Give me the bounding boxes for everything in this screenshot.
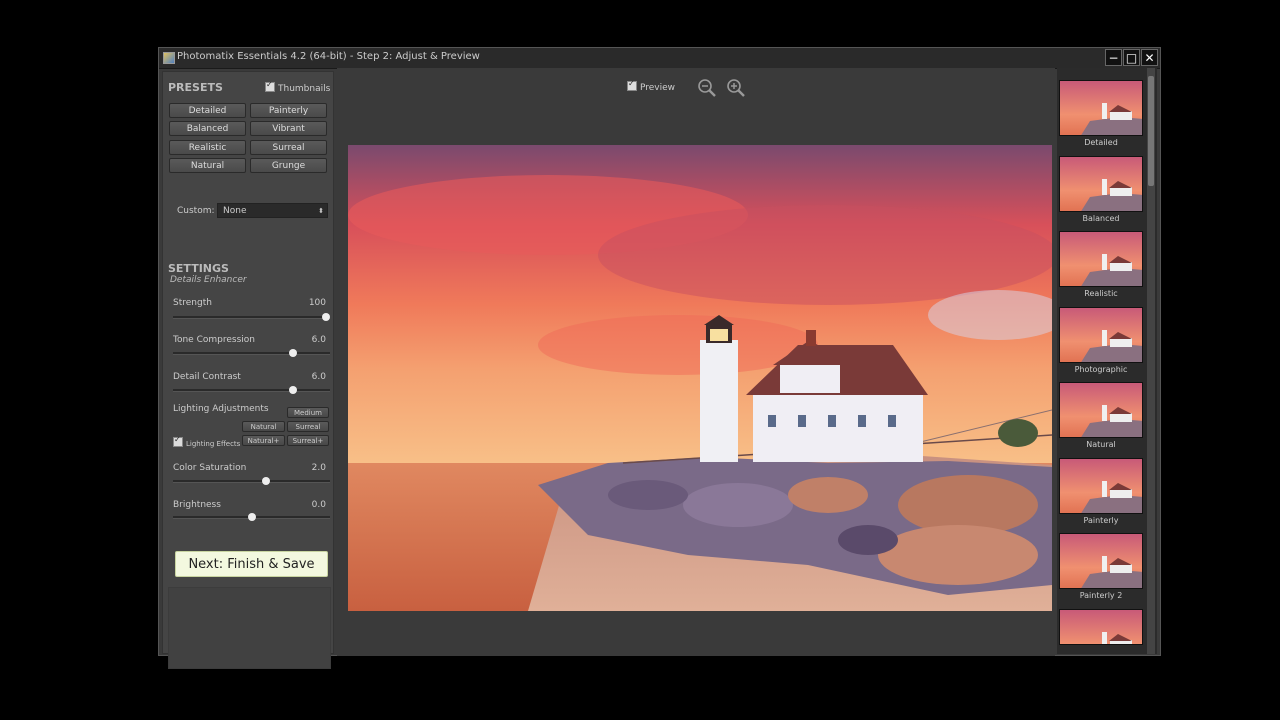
thumbnail-natural[interactable] <box>1059 382 1143 438</box>
thumbnail-label: Realistic <box>1084 289 1118 298</box>
updown-arrow-icon: ⬍ <box>318 207 324 215</box>
checkbox-checked-icon <box>265 80 275 92</box>
scrollbar-thumb[interactable] <box>1148 76 1154 186</box>
lighting-effects-label: Lighting Effects <box>186 440 241 448</box>
thumbnails-label: Thumbnails <box>278 84 331 94</box>
custom-preset-value: None <box>223 206 247 216</box>
details-enhancer-label: Details Enhancer <box>170 275 247 285</box>
thumbnail-balanced[interactable] <box>1059 155 1143 212</box>
presets-title: PRESETS <box>168 81 223 94</box>
tone-compression-label: Tone Compression <box>173 335 255 345</box>
brightness-slider[interactable] <box>173 513 330 521</box>
preset-balanced-button[interactable]: Balanced <box>169 121 246 136</box>
thumbnail-label: Painterly 2 <box>1079 591 1123 600</box>
preview-label: Preview <box>640 83 676 93</box>
thumbnail-photographic[interactable] <box>1059 306 1143 363</box>
thumbnail-label: Balanced <box>1082 213 1120 223</box>
title-bar[interactable]: Photomatix Essentials 4.2 (64-bit) - Ste… <box>159 48 1160 69</box>
strength-slider[interactable] <box>173 313 330 321</box>
info-box <box>168 587 331 669</box>
strength-label: Strength <box>173 298 212 308</box>
minimize-button[interactable]: − <box>1105 49 1122 66</box>
thumbnail-label: Detailed <box>1084 138 1118 147</box>
checkbox-checked-icon <box>173 435 183 447</box>
preset-realistic-button[interactable]: Realistic <box>169 140 246 155</box>
detail-contrast-value: 6.0 <box>311 372 326 382</box>
thumbnail-realistic[interactable] <box>1059 231 1143 287</box>
lighting-surreal-button[interactable]: Surreal <box>287 421 329 432</box>
preset-surreal-button[interactable]: Surreal <box>250 140 327 155</box>
thumbnails-checkbox[interactable]: Thumbnails <box>265 80 331 94</box>
lighting-surreal-plus-button[interactable]: Surreal+ <box>287 435 329 446</box>
close-button[interactable]: ✕ <box>1141 49 1158 66</box>
window-title: Photomatix Essentials 4.2 (64-bit) - Ste… <box>177 51 480 62</box>
checkbox-checked-icon <box>627 79 637 91</box>
app-window: Photomatix Essentials 4.2 (64-bit) - Ste… <box>158 47 1161 669</box>
thumbnail-detailed[interactable] <box>1059 80 1143 136</box>
thumbnail-scrollbar[interactable] <box>1147 68 1155 654</box>
brightness-slider-knob[interactable] <box>247 513 256 521</box>
custom-preset-select[interactable]: None ⬍ <box>217 203 328 218</box>
zoom-in-icon[interactable] <box>726 78 746 98</box>
zoom-out-icon[interactable] <box>697 78 717 98</box>
preview-checkbox[interactable]: Preview <box>627 79 676 93</box>
preset-natural-button[interactable]: Natural <box>169 158 246 173</box>
preview-image[interactable] <box>348 145 1052 611</box>
photomatix-icon <box>163 52 175 64</box>
strength-slider-knob[interactable] <box>322 313 330 321</box>
brightness-label: Brightness <box>173 500 221 510</box>
brightness-value: 0.0 <box>311 500 326 510</box>
detail-contrast-label: Detail Contrast <box>173 372 241 382</box>
color-saturation-slider[interactable] <box>173 477 330 485</box>
maximize-button[interactable]: □ <box>1123 49 1140 66</box>
thumbnail-painterly[interactable] <box>1059 457 1143 514</box>
preset-vibrant-button[interactable]: Vibrant <box>250 121 327 136</box>
preview-area: Preview <box>337 68 1055 656</box>
tone-compression-slider[interactable] <box>173 349 330 357</box>
lighting-natural-plus-button[interactable]: Natural+ <box>242 435 285 446</box>
tone-compression-value: 6.0 <box>311 335 326 345</box>
settings-panel: PRESETS Thumbnails Detailed Painterly Ba… <box>162 71 334 669</box>
thumbnail-painterly-2[interactable] <box>1059 533 1143 589</box>
thumbnail-label: Photographic <box>1074 364 1128 374</box>
lighting-natural-button[interactable]: Natural <box>242 421 285 432</box>
next-finish-save-button[interactable]: Next: Finish & Save <box>175 551 328 577</box>
settings-title: SETTINGS <box>168 262 229 275</box>
lighting-medium-button[interactable]: Medium <box>287 407 329 418</box>
color-saturation-slider-knob[interactable] <box>262 477 271 485</box>
thumbnail-label: Painterly <box>1083 515 1119 525</box>
preset-detailed-button[interactable]: Detailed <box>169 103 246 118</box>
custom-label: Custom: <box>177 206 215 216</box>
thumbnail-strip: Detailed Balanced Realistic Photographic Nat… <box>1057 68 1157 654</box>
color-saturation-label: Color Saturation <box>173 463 247 473</box>
detail-contrast-slider[interactable] <box>173 386 330 394</box>
strength-value: 100 <box>308 298 326 308</box>
thumbnail-label: Natural <box>1086 440 1116 449</box>
lighting-effects-checkbox[interactable]: Lighting Effects <box>173 435 241 448</box>
lighting-adjustments-label: Lighting Adjustments <box>173 404 269 414</box>
preset-grunge-button[interactable]: Grunge <box>250 158 327 173</box>
preset-painterly-button[interactable]: Painterly <box>250 103 327 118</box>
tone-compression-slider-knob[interactable] <box>289 349 298 357</box>
color-saturation-value: 2.0 <box>311 463 326 473</box>
thumbnail-partial[interactable] <box>1059 608 1143 645</box>
detail-contrast-slider-knob[interactable] <box>289 386 298 394</box>
